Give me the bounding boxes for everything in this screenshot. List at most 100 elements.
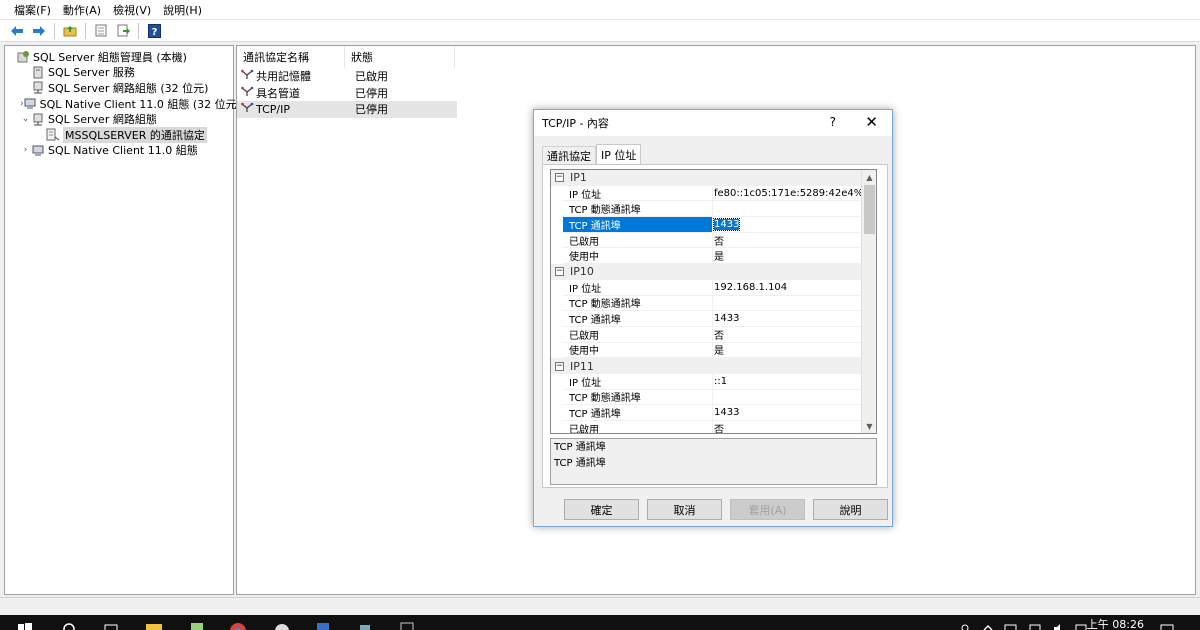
tree-expander-icon[interactable]: ⌄ [20,114,31,124]
property-value-cell[interactable]: 192.168.1.104 [713,280,863,296]
property-value[interactable]: 否 [714,233,724,248]
property-value[interactable]: ::1 [714,376,727,387]
property-value-cell[interactable]: fe80::1c05:171e:5289:42e4%10 [713,186,863,202]
tree-item[interactable]: SQL Server 服務 [5,65,233,81]
network-icon[interactable] [1028,621,1044,630]
property-row[interactable]: 已啟用否 [551,326,863,343]
property-row[interactable]: 已啟用否 [551,232,863,249]
property-value-cell[interactable]: 1433 [713,405,863,421]
tray-expand-icon[interactable] [982,621,998,630]
tree-expander-icon[interactable]: › [20,145,31,155]
ok-button[interactable]: 確定 [564,499,639,520]
property-row[interactable]: TCP 動態通訊埠 [551,201,863,218]
property-value[interactable]: fe80::1c05:171e:5289:42e4%10 [714,188,863,199]
app-window-icon[interactable] [400,621,416,630]
up-folder-icon[interactable] [61,22,79,40]
property-value-cell[interactable]: 否 [713,421,863,433]
property-grid-scrollbar[interactable]: ▲ ▼ [861,170,876,433]
app-globe-icon[interactable] [274,621,290,630]
property-value[interactable]: 192.168.1.104 [714,282,787,293]
property-category[interactable]: − IP10 [551,264,863,280]
property-value-cell[interactable]: 否 [713,327,863,343]
property-category[interactable]: − IP1 [551,170,863,186]
apply-button[interactable]: 套用(A) [730,499,805,520]
scroll-down-icon[interactable]: ▼ [862,419,876,433]
column-header-protocol-name[interactable]: 通訊協定名稱 [237,46,345,68]
tree-item[interactable]: SQL Server 組態管理員 (本機) [5,49,233,65]
property-value[interactable]: 1433 [714,407,739,418]
tree-item[interactable]: › SQL Native Client 11.0 組態 (32 位元) [5,96,241,112]
help-icon[interactable]: ? [145,22,163,40]
taskbar-clock[interactable]: 上午 08:26 [1087,616,1144,630]
protocol-row[interactable]: TCP/IP 已停用 [237,101,457,118]
property-value-cell[interactable] [713,296,863,312]
property-value[interactable]: 是 [714,343,724,357]
cancel-button[interactable]: 取消 [647,499,722,520]
task-view-icon[interactable] [104,621,120,630]
chrome-icon[interactable] [230,621,246,630]
property-row[interactable]: IP 位址 fe80::1c05:171e:5289:42e4%10 [551,185,863,202]
property-value-cell[interactable] [713,390,863,406]
tree-item[interactable]: › SQL Native Client 11.0 組態 [5,143,233,159]
collapse-icon[interactable]: − [555,173,564,183]
property-value[interactable]: 否 [714,327,724,342]
property-value-cell[interactable]: 1433 [713,311,863,327]
file-explorer-icon[interactable] [146,621,162,630]
dialog-close-icon[interactable]: ✕ [865,113,878,131]
export-list-icon[interactable] [114,22,132,40]
menu-help[interactable]: 說明(H) [157,2,208,18]
property-value-cell[interactable] [713,201,863,218]
menu-file[interactable]: 檔案(F) [8,2,57,18]
tab-protocol[interactable]: 通訊協定 [542,146,596,165]
property-row[interactable]: TCP 動態通訊埠 [551,295,863,312]
protocol-row[interactable]: 具名管道 已停用 [237,85,457,102]
property-value-cell[interactable]: 否 [713,233,863,249]
start-icon[interactable] [18,621,34,630]
tree-item[interactable]: MSSQLSERVER 的通訊協定 [5,126,233,143]
help-button[interactable]: 說明 [813,499,888,520]
column-header-status[interactable]: 狀態 [345,46,455,68]
protocol-row[interactable]: 共用記憶體 已啟用 [237,68,457,85]
dialog-help-icon[interactable]: ? [830,115,836,129]
property-category[interactable]: − IP11 [551,358,863,374]
property-row[interactable]: IP 位址 192.168.1.104 [551,279,863,296]
notification-icon[interactable] [1160,621,1176,630]
forward-arrow-icon[interactable] [30,22,48,40]
dialog-title-bar[interactable]: TCP/IP - 內容 ? ✕ [534,110,892,136]
property-value[interactable]: 1433 [713,217,741,231]
property-value-cell[interactable]: 是 [713,343,863,359]
property-value-cell[interactable]: ::1 [713,374,863,390]
menu-action[interactable]: 動作(A) [57,2,107,18]
property-value-cell[interactable]: 1433 [713,217,863,233]
scrollbar-thumb[interactable] [864,185,875,234]
property-row[interactable]: 使用中是 [551,342,863,359]
property-row[interactable]: TCP 通訊埠 1433 [551,217,863,233]
back-arrow-icon[interactable] [8,22,26,40]
people-icon[interactable] [958,621,974,630]
menu-view[interactable]: 檢視(V) [107,2,157,18]
property-row[interactable]: TCP 動態通訊埠 [551,389,863,406]
volume-icon[interactable] [1052,621,1068,630]
tree-item[interactable]: SQL Server 網路組態 (32 位元) [5,80,233,96]
tab-ip-addresses[interactable]: IP 位址 [596,144,642,165]
property-value[interactable]: 否 [714,421,724,433]
properties-icon[interactable] [92,22,110,40]
property-value-cell[interactable]: 是 [713,248,863,265]
notepad-plus-icon[interactable] [190,621,206,630]
battery-icon[interactable] [1004,621,1020,630]
property-row[interactable]: 已啟用否 [551,421,863,433]
collapse-icon[interactable]: − [555,267,564,277]
app-shield-icon[interactable] [316,621,332,630]
property-value[interactable]: 1433 [714,313,739,324]
property-row[interactable]: TCP 通訊埠 1433 [551,311,863,327]
dialog-button-row: 確定 取消 套用(A) 說明 [564,499,888,520]
property-row[interactable]: IP 位址::1 [551,373,863,390]
collapse-icon[interactable]: − [555,361,564,371]
search-icon[interactable] [62,621,78,630]
scroll-up-icon[interactable]: ▲ [862,170,876,184]
app-network-icon[interactable] [358,621,374,630]
property-row[interactable]: TCP 通訊埠 1433 [551,405,863,421]
tree-item[interactable]: ⌄ SQL Server 網路組態 [5,111,233,127]
property-value[interactable]: 是 [714,248,724,263]
property-row[interactable]: 使用中是 [551,248,863,265]
